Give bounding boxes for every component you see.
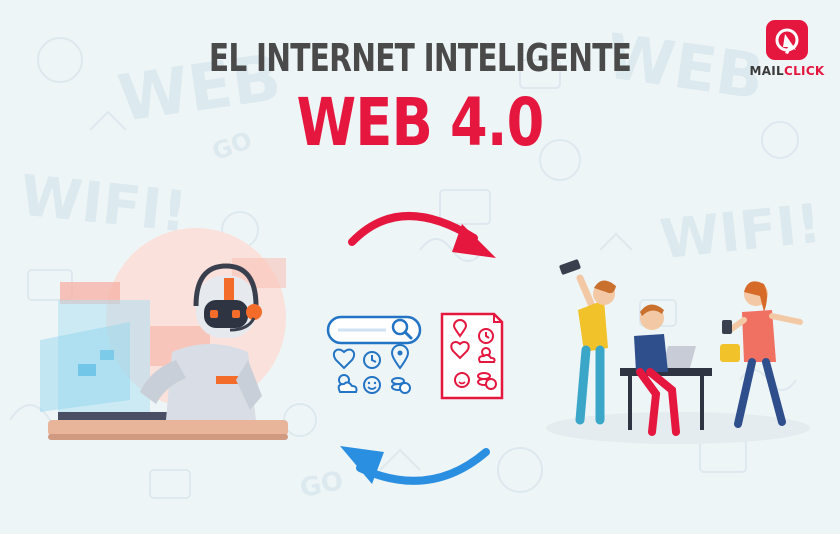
clock-icon — [363, 351, 381, 369]
illustration — [40, 211, 810, 485]
arrow-backward — [340, 446, 490, 485]
infographic-canvas: WEB WIFI! WEB WIFI! GO GO EL INTERNET IN… — [0, 0, 840, 534]
people-scene — [546, 259, 810, 444]
coins-icon — [391, 377, 411, 394]
arrow-forward — [348, 211, 496, 258]
heart-pulse-icon — [332, 348, 356, 370]
smiley-icon — [363, 376, 381, 394]
location-pin-icon — [390, 344, 410, 370]
robot-scene — [40, 228, 288, 440]
weather-icon — [337, 374, 358, 393]
document-panel — [440, 312, 504, 400]
search-panel — [326, 315, 422, 394]
